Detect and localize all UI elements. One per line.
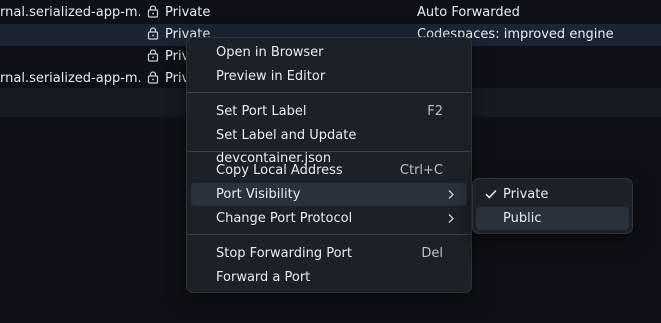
shortcut-label: Del (421, 246, 443, 261)
local-address-cell: rnal.serialized-app-m... (0, 71, 140, 86)
port-visibility-item[interactable]: Port Visibility (191, 183, 467, 206)
port-context-menu: Open in Browser Preview in Editor Set Po… (186, 37, 472, 293)
stop-forwarding-port-item[interactable]: Stop Forwarding Port Del (191, 242, 467, 265)
submenu-item-label: Public (503, 211, 542, 226)
origin-cell: Auto Forwarded (417, 5, 520, 20)
menu-item-label: Copy Local Address (216, 163, 343, 178)
visibility-option-private[interactable]: Private (476, 183, 629, 206)
menu-item-label: Open in Browser (216, 45, 324, 60)
chevron-right-icon (448, 190, 454, 199)
menu-item-label: Change Port Protocol (216, 211, 353, 226)
forward-a-port-item[interactable]: Forward a Port (191, 266, 467, 289)
lock-icon (147, 5, 159, 18)
lock-icon (147, 49, 159, 62)
menu-item-label: Stop Forwarding Port (216, 246, 352, 261)
change-port-protocol-item[interactable]: Change Port Protocol (191, 207, 467, 230)
visibility-cell: Private (146, 2, 236, 24)
menu-separator (187, 92, 471, 93)
chevron-right-icon (448, 214, 454, 223)
menu-separator (187, 151, 471, 152)
menu-item-label: Preview in Editor (216, 69, 326, 84)
check-icon (485, 189, 497, 199)
set-port-label-item[interactable]: Set Port Label F2 (191, 100, 467, 123)
shortcut-label: Ctrl+C (399, 163, 443, 178)
lock-icon (147, 27, 159, 40)
preview-in-editor-item[interactable]: Preview in Editor (191, 65, 467, 88)
visibility-label: Private (165, 5, 211, 20)
menu-item-label: Forward a Port (216, 270, 311, 285)
menu-separator (187, 234, 471, 235)
open-in-browser-item[interactable]: Open in Browser (191, 41, 467, 64)
shortcut-label: F2 (427, 104, 443, 119)
menu-item-label: Set Port Label (216, 104, 307, 119)
visibility-option-public[interactable]: Public (476, 207, 629, 230)
submenu-item-label: Private (503, 187, 549, 202)
local-address-cell: rnal.serialized-app-m... (0, 5, 140, 20)
port-visibility-submenu: Private Public (472, 178, 633, 234)
port-row[interactable]: rnal.serialized-app-m... Private Auto Fo… (0, 2, 661, 24)
copy-local-address-item[interactable]: Copy Local Address Ctrl+C (191, 159, 467, 182)
lock-icon (147, 71, 159, 84)
set-label-update-devcontainer-item[interactable]: Set Label and Update devcontainer.json (191, 124, 467, 166)
menu-item-label: Port Visibility (216, 187, 301, 202)
